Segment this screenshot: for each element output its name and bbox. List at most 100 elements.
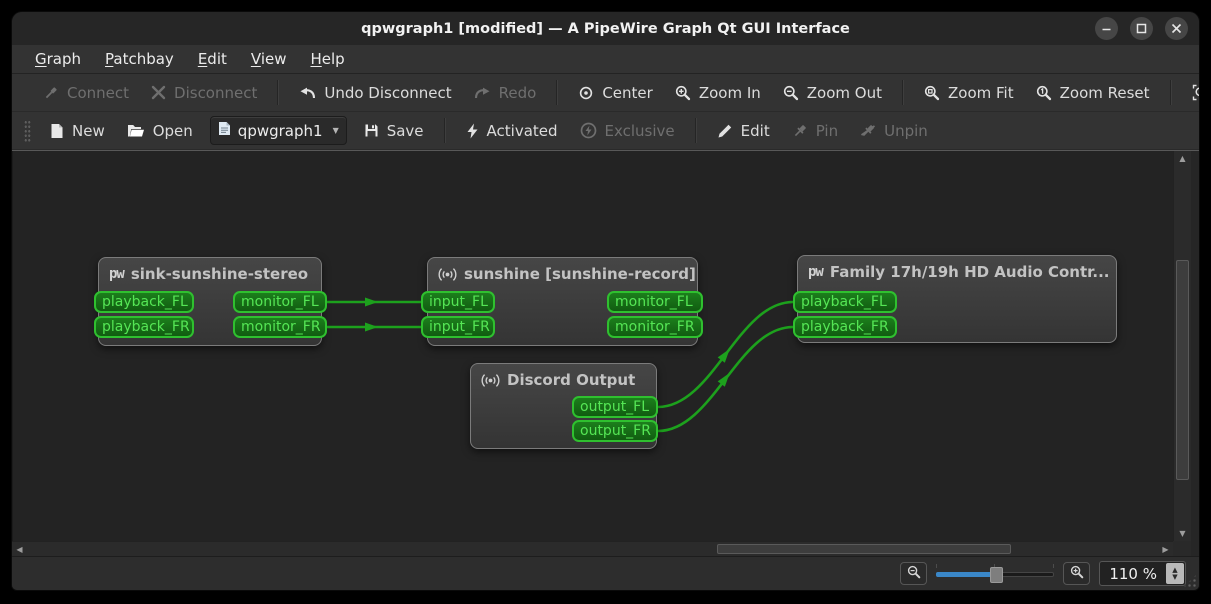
undo-icon (299, 85, 316, 100)
save-button[interactable]: Save (353, 117, 435, 145)
pin-icon (792, 123, 808, 139)
toolbar-separator (1169, 80, 1172, 105)
zoom-in-button[interactable]: Zoom In (664, 79, 772, 107)
unpin-icon (860, 123, 876, 139)
port-output-fl[interactable]: output_FL (572, 396, 658, 418)
stream-icon (481, 373, 500, 388)
port-monitor-fl[interactable]: monitor_FL (607, 291, 703, 313)
menu-patchbay[interactable]: Patchbay (96, 47, 183, 71)
open-label: Open (152, 121, 193, 140)
port-playback-fl[interactable]: playback_FL (793, 291, 897, 313)
port-monitor-fl[interactable]: monitor_FL (233, 291, 327, 313)
horizontal-scrollbar[interactable]: ◀ ▶ (12, 541, 1173, 556)
port-playback-fr[interactable]: playback_FR (793, 316, 897, 338)
center-button[interactable]: Center (567, 79, 664, 107)
pencil-icon (717, 123, 733, 139)
exclusive-button[interactable]: Exclusive (569, 117, 686, 145)
save-label: Save (386, 121, 424, 140)
port-monitor-fr[interactable]: monitor_FR (607, 316, 703, 338)
node-title-text: Family 17h/19h HD Audio Contr... (829, 263, 1110, 281)
center-label: Center (602, 83, 653, 102)
wire-arrow (365, 297, 378, 307)
redo-icon (474, 85, 491, 100)
open-button[interactable]: Open (116, 117, 204, 145)
zoom-percent-spinbox[interactable]: 110 % ▲ ▼ (1099, 561, 1186, 586)
node-title-text: Discord Output (507, 371, 636, 389)
toolbar-file: New Open qpwgraph1 ▼ Save Activated Excl… (12, 112, 1199, 150)
port-playback-fl[interactable]: playback_FL (94, 291, 194, 313)
slider-tick (1053, 563, 1055, 568)
port-output-fr[interactable]: output_FR (572, 420, 658, 442)
menu-graph[interactable]: Graph (26, 47, 90, 71)
scroll-left-icon[interactable]: ◀ (12, 542, 27, 556)
app-window: qpwgraph1 [modified] — A PipeWire Graph … (12, 12, 1199, 590)
activated-label: Activated (486, 121, 558, 140)
zoom-in-icon (1070, 564, 1084, 583)
menubar: Graph Patchbay Edit View Help (12, 45, 1199, 74)
pin-label: Pin (815, 121, 839, 140)
zoom-out-button[interactable]: Zoom Out (772, 79, 893, 107)
spin-down-icon[interactable]: ▼ (1172, 574, 1177, 581)
redo-button[interactable]: Redo (463, 79, 548, 107)
zoom-reset-button[interactable]: Zoom Reset (1025, 79, 1161, 107)
scroll-right-icon[interactable]: ▶ (1158, 542, 1173, 556)
center-icon (578, 85, 594, 101)
scroll-down-icon[interactable]: ▼ (1174, 526, 1191, 541)
stream-icon (438, 267, 457, 282)
horizontal-scroll-thumb[interactable] (717, 544, 1011, 554)
pin-button[interactable]: Pin (781, 117, 849, 145)
disconnect-icon (151, 85, 166, 100)
zoom-range-icon (1192, 84, 1199, 101)
unpin-button[interactable]: Unpin (849, 117, 939, 145)
menu-help[interactable]: Help (301, 47, 353, 71)
titlebar[interactable]: qpwgraph1 [modified] — A PipeWire Graph … (12, 12, 1199, 45)
maximize-button[interactable] (1130, 17, 1153, 40)
minimize-icon (1101, 23, 1112, 34)
patchbay-file-combo[interactable]: qpwgraph1 ▼ (209, 116, 347, 145)
zoom-slider[interactable] (936, 563, 1055, 583)
statusbar: 110 % ▲ ▼ (12, 556, 1199, 590)
patchbay-file-icon (218, 121, 231, 140)
graph-viewport: pw sink-sunshine-stereo playback_FL play… (12, 150, 1199, 556)
zoom-reset-label: Zoom Reset (1059, 83, 1150, 102)
port-input-fr[interactable]: input_FR (421, 316, 495, 338)
maximize-icon (1136, 23, 1147, 34)
node-title-text: sink-sunshine-stereo (130, 265, 309, 283)
unpin-label: Unpin (884, 121, 928, 140)
edit-button[interactable]: Edit (706, 117, 781, 145)
vertical-scroll-thumb[interactable] (1176, 260, 1189, 480)
close-button[interactable] (1165, 17, 1188, 40)
toolbar-separator (902, 80, 904, 105)
pipewire-icon: pw (808, 264, 824, 280)
port-monitor-fr[interactable]: monitor_FR (233, 316, 327, 338)
toolbar-drag-handle[interactable] (24, 119, 31, 142)
port-input-fl[interactable]: input_FL (421, 291, 495, 313)
graph-canvas[interactable]: pw sink-sunshine-stereo playback_FL play… (12, 151, 1173, 541)
statusbar-zoom-in-button[interactable] (1063, 562, 1091, 585)
port-playback-fr[interactable]: playback_FR (94, 316, 194, 338)
zoom-range-button[interactable]: Zoom Range (1181, 79, 1199, 107)
scrollbar-corner (1173, 541, 1191, 556)
connect-label: Connect (67, 83, 130, 102)
zoom-out-label: Zoom Out (806, 83, 882, 102)
zoom-reset-icon (1036, 85, 1052, 101)
zoom-fit-icon (924, 85, 940, 101)
open-folder-icon (127, 123, 145, 138)
vertical-scrollbar[interactable]: ▲ ▼ (1173, 151, 1191, 541)
scroll-up-icon[interactable]: ▲ (1174, 151, 1191, 166)
zoom-fit-button[interactable]: Zoom Fit (913, 79, 1025, 107)
activated-button[interactable]: Activated (455, 117, 569, 145)
connect-button[interactable]: Connect (32, 79, 140, 107)
new-label: New (72, 121, 105, 140)
slider-tick (936, 563, 938, 568)
disconnect-button[interactable]: Disconnect (140, 79, 268, 107)
menu-view[interactable]: View (242, 47, 296, 71)
statusbar-zoom-out-button[interactable] (900, 562, 928, 585)
undo-disconnect-button[interactable]: Undo Disconnect (288, 79, 462, 107)
menu-edit[interactable]: Edit (189, 47, 236, 71)
new-button[interactable]: New (39, 117, 116, 145)
zoom-slider-handle[interactable] (990, 566, 1004, 583)
zoom-fit-label: Zoom Fit (948, 83, 1014, 102)
spinbox-buttons[interactable]: ▲ ▼ (1166, 563, 1184, 584)
minimize-button[interactable] (1095, 17, 1118, 40)
